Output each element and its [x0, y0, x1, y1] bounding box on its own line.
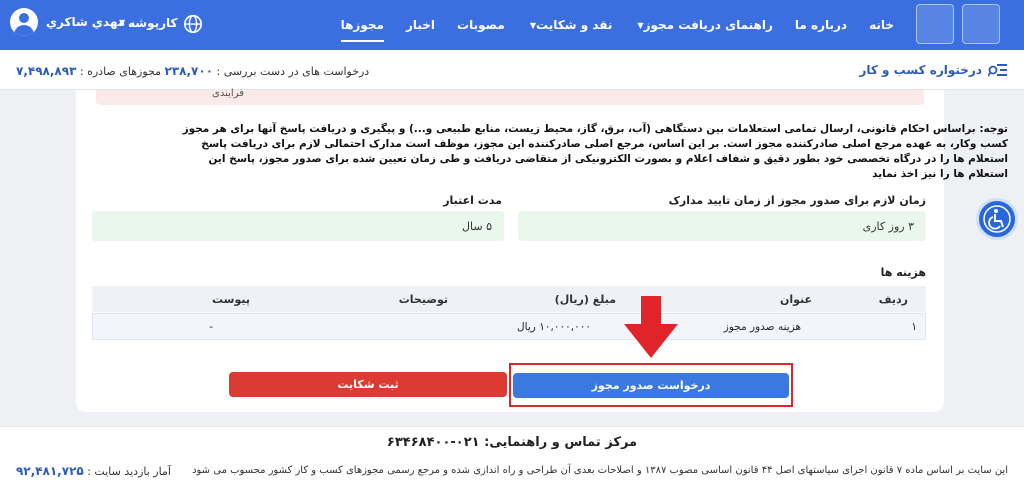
- complaint-button[interactable]: ثبت شکایت: [229, 372, 507, 397]
- col-amount: مبلغ (ریال): [554, 293, 616, 306]
- fees-table-header: ردیف عنوان مبلغ (ریال) توضیحات پیوست: [92, 286, 926, 312]
- footer: مرکز تماس و راهنمایی: ۰۲۱-۶۳۴۶۸۴۰۰ این س…: [0, 426, 1024, 482]
- nav-licenses[interactable]: مجوزها: [340, 0, 385, 50]
- validity-value: ۵ سال: [92, 211, 504, 241]
- arrow-down-icon: [624, 296, 678, 358]
- main-nav: خانه درباره ما راهنمای دریافت مجوز ▼ نقد …: [340, 0, 894, 50]
- col-attachment: پیوست: [212, 293, 250, 306]
- nav-news[interactable]: اخبار: [406, 0, 435, 50]
- business-tree-link[interactable]: درختواره کسب و کار: [859, 62, 1008, 78]
- visit-stats: آمار بازدید سایت : ۹۲,۴۸۱,۷۲۵: [16, 464, 171, 478]
- announcements-menu[interactable]: کارپوشه: [128, 16, 178, 30]
- nav-home[interactable]: خانه: [869, 0, 894, 50]
- avatar-icon: [10, 8, 38, 36]
- col-desc: توضیحات: [398, 293, 448, 306]
- emblem-logo[interactable]: [962, 4, 1000, 44]
- request-license-button[interactable]: درخواست صدور مجوز: [513, 373, 789, 398]
- validity-label: مدت اعتبار: [443, 194, 502, 207]
- col-index: ردیف: [878, 293, 908, 306]
- nav-about[interactable]: درباره ما: [795, 0, 847, 50]
- cell-amount: ۱۰,۰۰۰,۰۰۰ ریال: [517, 321, 591, 333]
- fees-label: هزینه ها: [880, 266, 926, 279]
- table-row: ۱ هزینه صدور مجوز ۱۰,۰۰۰,۰۰۰ ریال -: [92, 313, 926, 340]
- issue-time-label: زمان لازم برای صدور مجوز از زمان تایید م…: [668, 194, 926, 207]
- top-navbar: خانه درباره ما راهنمای دریافت مجوز ▼ نقد …: [0, 0, 1024, 50]
- strip-text: فرایندی: [212, 88, 244, 99]
- stats: درخواست های در دست بررسی : ۲۳۸,۷۰۰ مجوزه…: [16, 64, 370, 78]
- notice-text: توجه: براساس احکام قانونی، ارسال تمامی ا…: [182, 123, 1008, 180]
- issue-time-value: ۳ روز کاری: [518, 211, 926, 241]
- logos: [916, 4, 1000, 44]
- chevron-down-icon: ▼: [529, 20, 537, 30]
- nav-complaints[interactable]: نقد و شکایت ▼: [527, 0, 613, 50]
- col-title: عنوان: [779, 293, 812, 306]
- nav-resolutions[interactable]: مصوبات: [457, 0, 505, 50]
- portal-logo[interactable]: [916, 4, 954, 44]
- contact-center: مرکز تماس و راهنمایی: ۰۲۱-۶۳۴۶۸۴۰۰: [386, 435, 638, 450]
- user-menu[interactable]: مهدي شاكري: [10, 8, 125, 36]
- globe-icon[interactable]: [182, 13, 204, 35]
- nav-guide[interactable]: راهنمای دریافت مجوز ▼: [634, 0, 772, 50]
- sub-header: درختواره کسب و کار درخواست های در دست بر…: [0, 50, 1024, 90]
- cell-index: ۱: [911, 321, 917, 333]
- search-menu-icon: [988, 64, 1007, 77]
- accessibility-button[interactable]: [976, 198, 1018, 240]
- cell-title: هزینه صدور مجوز: [723, 321, 801, 333]
- wheelchair-icon: [983, 205, 1011, 233]
- cell-attachment: -: [209, 321, 213, 333]
- chevron-down-icon: ▼: [637, 20, 644, 30]
- law-text: این سایت بر اساس ماده ۷ قانون اجرای سیاس…: [192, 465, 1008, 476]
